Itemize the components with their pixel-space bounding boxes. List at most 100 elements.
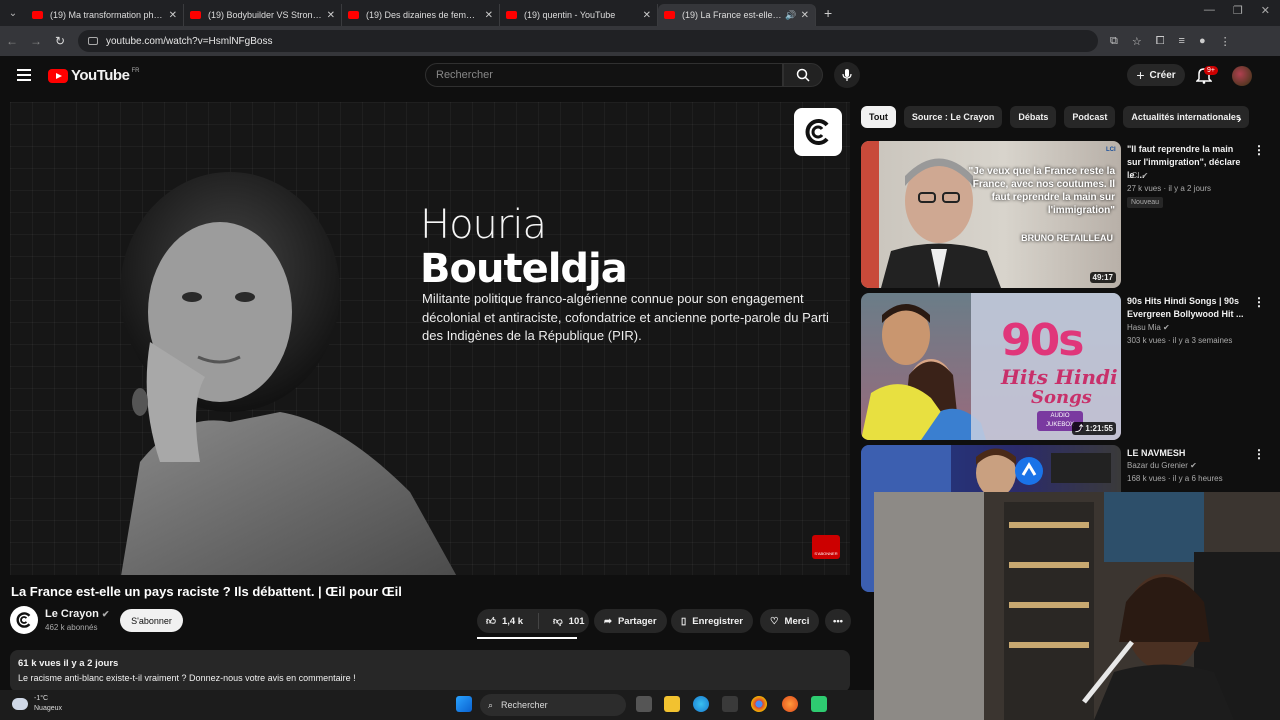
forward-arrow-icon[interactable]: →	[24, 34, 48, 48]
file-explorer-icon[interactable]	[664, 696, 680, 712]
subscribe-button[interactable]: S'abonner	[120, 609, 183, 632]
duration-badge: 49:17	[1089, 272, 1116, 283]
address-bar[interactable]: youtube.com/watch?v=HsmlNFgBoss	[78, 30, 1098, 52]
recommendation-title[interactable]: 90s Hits Hindi Songs | 90s Evergreen Bol…	[1127, 295, 1247, 321]
share-button[interactable]: ➦ Partager	[594, 609, 667, 633]
search-icon: ⌕	[488, 699, 494, 710]
youtube-favicon-icon	[32, 11, 43, 19]
chrome-icon[interactable]	[751, 696, 767, 712]
chip-source[interactable]: Source : Le Crayon	[903, 106, 1003, 128]
subscribe-watermark[interactable]: S'ABONNER	[812, 535, 840, 559]
reload-icon[interactable]: ↻	[48, 34, 72, 48]
task-view-icon[interactable]	[636, 696, 652, 712]
close-window-icon[interactable]: ✕	[1261, 4, 1270, 17]
save-button[interactable]: ▯ Enregistrer	[671, 609, 753, 633]
recommendation-channel[interactable]: LCI ✔	[1127, 171, 1148, 180]
more-vertical-icon[interactable]: ⋮	[1253, 447, 1265, 461]
browser-tab[interactable]: (19) quentin - YouTube ✕	[500, 4, 658, 26]
video-thumbnail[interactable]: LCI "Je veux que la France reste la Fran…	[861, 141, 1121, 288]
save-label: Enregistrer	[692, 615, 743, 627]
bookmark-icon: ▯	[681, 615, 687, 627]
youtube-favicon-icon	[664, 11, 675, 19]
thumbnail-quote: "Je veux que la France reste la France, …	[968, 166, 1115, 216]
search-input[interactable]: Rechercher	[425, 63, 783, 87]
window-controls: — ❐ ✕	[1204, 4, 1270, 17]
youtube-favicon-icon	[506, 11, 517, 19]
thumbs-down-icon: 👎︎	[553, 616, 563, 627]
browser-tab[interactable]: (19) Des dizaines de femmes vi ✕	[342, 4, 500, 26]
new-tab-button[interactable]: +	[824, 5, 832, 21]
browser-tab-active[interactable]: (19) La France est-elle un p 🔊 ✕	[658, 4, 816, 26]
profile-icon[interactable]: ●	[1199, 35, 1206, 48]
thanks-button[interactable]: ♡ Merci	[760, 609, 820, 633]
recommendation-channel[interactable]: Bazar du Grenier ✔	[1127, 461, 1197, 470]
recommendation-item[interactable]: LCI "Je veux que la France reste la Fran…	[861, 141, 1271, 289]
chip-podcast[interactable]: Podcast	[1064, 106, 1116, 128]
le-crayon-logo-icon	[16, 612, 31, 628]
voice-search-button[interactable]	[834, 62, 860, 88]
weather-widget[interactable]: -1°C Nuageux	[12, 694, 62, 714]
account-avatar[interactable]	[1232, 66, 1252, 86]
video-thumbnail[interactable]: 90s Hits Hindi Songs AUDIO JUKEBOX ⤴ 1:21…	[861, 293, 1121, 440]
new-badge: Nouveau	[1127, 197, 1164, 208]
tab-close-icon[interactable]: ✕	[327, 10, 335, 21]
store-icon[interactable]	[722, 696, 738, 712]
browser-tab[interactable]: (19) Ma transformation physiq ✕	[26, 4, 184, 26]
duration-badge: ⤴ 1:21:55	[1072, 422, 1116, 435]
windows-taskbar: -1°C Nuageux ⌕ Rechercher	[0, 690, 874, 720]
chip-debates[interactable]: Débats	[1010, 106, 1057, 128]
install-app-icon[interactable]: ⧉	[1110, 35, 1118, 48]
channel-name[interactable]: Le Crayon ✔	[45, 608, 109, 620]
chip-international-news[interactable]: Actualités internationales	[1123, 106, 1249, 128]
firefox-icon[interactable]	[782, 696, 798, 712]
tab-close-icon[interactable]: ✕	[801, 10, 809, 21]
tab-search-icon[interactable]: ⌄	[0, 0, 26, 26]
tab-close-icon[interactable]: ✕	[643, 10, 651, 21]
tab-groups-icon[interactable]: ≡	[1179, 35, 1185, 48]
channel-watermark-logo[interactable]	[794, 108, 842, 156]
recommendation-channel[interactable]: Hasu Mia ✔	[1127, 323, 1170, 332]
tab-close-icon[interactable]: ✕	[169, 10, 177, 21]
restore-icon[interactable]: ❐	[1233, 4, 1243, 17]
logo-text: YouTube	[71, 67, 130, 84]
search-button[interactable]	[783, 63, 823, 87]
site-info-icon[interactable]	[88, 37, 98, 45]
thumbnail-90s: 90s	[1001, 315, 1084, 366]
tab-close-icon[interactable]: ✕	[485, 10, 493, 21]
browser-menu-icon[interactable]: ⋮	[1220, 35, 1231, 48]
extensions-icon[interactable]: ⧠	[1156, 35, 1165, 48]
thumbnail-hits-hindi: Hits Hindi	[1001, 365, 1118, 389]
chevron-right-icon[interactable]: ›	[1237, 110, 1242, 126]
taskbar-search[interactable]: ⌕ Rechercher	[480, 694, 626, 716]
toolbar-actions: ⧉ ☆ ⧠ ≡ ● ⋮	[1110, 35, 1231, 48]
like-progress-underline	[477, 637, 577, 639]
video-player[interactable]: Houria Bouteldja Militante politique fra…	[10, 102, 850, 575]
more-actions-button[interactable]: •••	[825, 609, 851, 633]
cloud-icon	[12, 698, 28, 710]
create-button[interactable]: + Créer	[1127, 64, 1185, 86]
verified-icon: ✔	[101, 609, 110, 619]
speaker-icon[interactable]: 🔊	[785, 10, 796, 21]
recommendation-item[interactable]: 90s Hits Hindi Songs AUDIO JUKEBOX ⤴ 1:21…	[861, 293, 1271, 441]
edge-icon[interactable]	[693, 696, 709, 712]
windows-start-icon[interactable]	[456, 696, 472, 712]
browser-tab[interactable]: (19) Bodybuilder VS Strongman ✕	[184, 4, 342, 26]
channel-avatar[interactable]	[10, 606, 38, 634]
app-icon[interactable]	[811, 696, 827, 712]
thumbnail-songs: Songs	[1031, 387, 1092, 408]
more-vertical-icon[interactable]: ⋮	[1253, 143, 1265, 157]
bookmark-star-icon[interactable]: ☆	[1132, 35, 1142, 48]
like-button[interactable]: 👍︎ 1,4 k	[477, 613, 539, 629]
description-box[interactable]: 61 k vues il y a 2 jours Le racisme anti…	[10, 650, 850, 692]
recommendation-title[interactable]: LE NAVMESH	[1127, 447, 1247, 460]
dislike-button[interactable]: 👎︎ 101	[545, 615, 585, 628]
youtube-favicon-icon	[190, 11, 201, 19]
hamburger-menu-icon[interactable]	[17, 69, 31, 84]
dislike-count: 101	[568, 615, 585, 627]
youtube-logo[interactable]: YouTube FR	[48, 67, 139, 84]
more-vertical-icon[interactable]: ⋮	[1253, 295, 1265, 309]
minimize-icon[interactable]: —	[1204, 4, 1215, 17]
youtube-header: YouTube FR Rechercher + Créer 9+	[0, 56, 1280, 96]
back-arrow-icon[interactable]: ←	[0, 34, 24, 48]
chip-all[interactable]: Tout	[861, 106, 896, 128]
